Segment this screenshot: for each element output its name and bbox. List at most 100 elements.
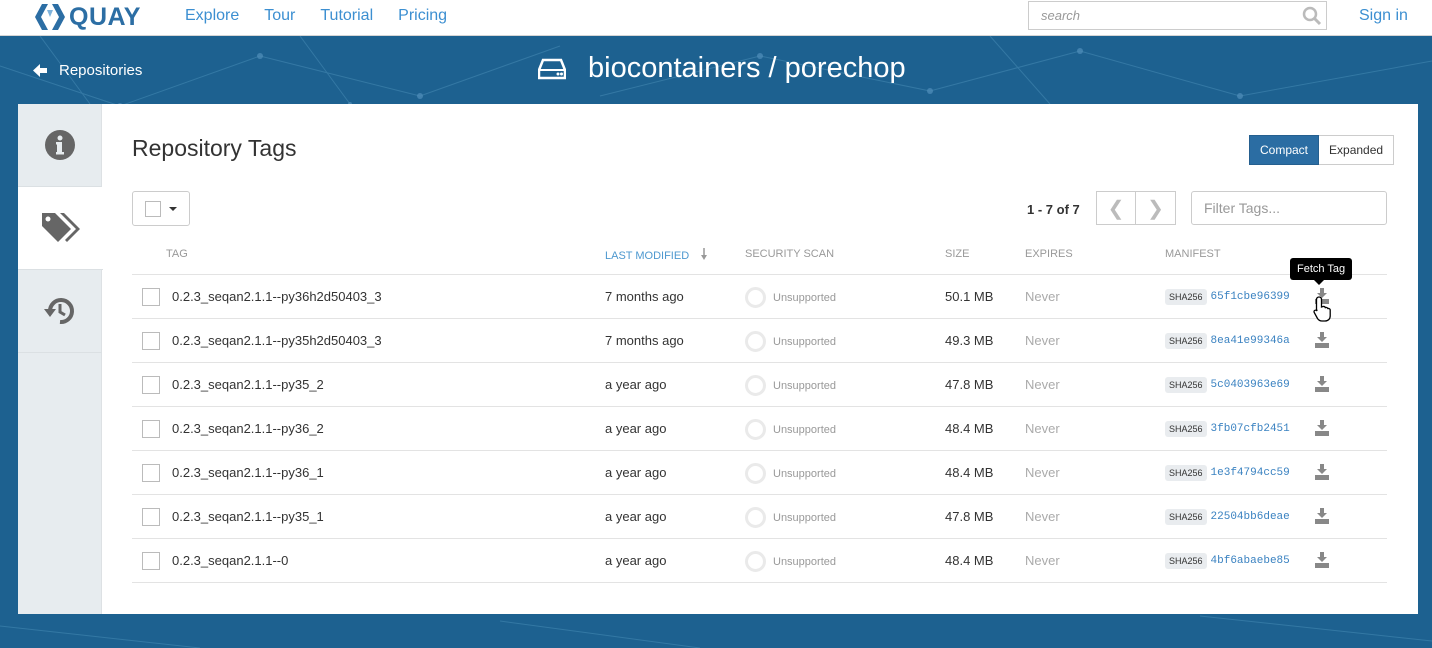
filter-tags-input[interactable]: [1192, 192, 1386, 224]
last-modified: a year ago: [605, 377, 667, 392]
previous-page-button[interactable]: ❮: [1096, 191, 1136, 225]
manifest-digest-link[interactable]: 1e3f4794cc59: [1211, 467, 1290, 479]
tag-expiration: Never: [1025, 553, 1060, 568]
sha256-badge: SHA256: [1165, 333, 1207, 349]
last-modified: 7 months ago: [605, 333, 684, 348]
search-icon[interactable]: [1302, 6, 1322, 26]
search-input[interactable]: [1029, 2, 1289, 29]
manifest-digest: SHA256 65f1cbe96399: [1165, 289, 1290, 305]
download-icon[interactable]: [1315, 332, 1329, 348]
nav-link-tutorial[interactable]: Tutorial: [320, 7, 373, 25]
scan-status-icon: [745, 287, 766, 308]
tag-expiration: Never: [1025, 289, 1060, 304]
repo-name: biocontainers / porechop: [588, 52, 906, 84]
tag-name[interactable]: 0.2.3_seqan2.1.1--0: [172, 553, 288, 568]
quay-logo[interactable]: QUAY: [34, 1, 141, 33]
select-all-checkbox[interactable]: [145, 200, 161, 217]
tag-name[interactable]: 0.2.3_seqan2.1.1--py36_2: [172, 421, 324, 436]
back-to-repositories-link[interactable]: Repositories: [33, 62, 142, 79]
top-navbar: QUAY Explore Tour Tutorial Pricing Sign …: [0, 0, 1432, 36]
table-row: 0.2.3_seqan2.1.1--py36_1 a year ago Unsu…: [132, 451, 1387, 495]
manifest-digest-link[interactable]: 5c0403963e69: [1211, 379, 1290, 391]
security-scan-status: Unsupported: [745, 551, 836, 572]
tab-information[interactable]: [18, 104, 102, 187]
nav-link-pricing[interactable]: Pricing: [398, 7, 447, 25]
scan-status-icon: [745, 551, 766, 572]
scan-status-label: Unsupported: [773, 555, 836, 568]
sort-down-arrow-icon: [701, 248, 708, 260]
nav-link-explore[interactable]: Explore: [185, 7, 239, 25]
manifest-digest-link[interactable]: 4bf6abaebe85: [1211, 555, 1290, 567]
tag-size: 50.1 MB: [945, 289, 994, 304]
scan-status-label: Unsupported: [773, 335, 836, 348]
tag-name[interactable]: 0.2.3_seqan2.1.1--py36_1: [172, 465, 324, 480]
column-header-last-modified-label: LAST MODIFIED: [605, 250, 690, 262]
search-box: [1028, 1, 1327, 30]
sha256-badge: SHA256: [1165, 465, 1207, 481]
tag-name[interactable]: 0.2.3_seqan2.1.1--py36h2d50403_3: [172, 289, 382, 304]
tag-expiration: Never: [1025, 333, 1060, 348]
column-header-manifest[interactable]: MANIFEST: [1165, 248, 1221, 260]
security-scan-status: Unsupported: [745, 331, 836, 352]
download-icon[interactable]: [1315, 508, 1329, 524]
download-icon[interactable]: [1315, 376, 1329, 392]
tag-name[interactable]: 0.2.3_seqan2.1.1--py35_1: [172, 509, 324, 524]
nav-links: Explore Tour Tutorial Pricing: [185, 7, 472, 25]
manifest-digest-link[interactable]: 65f1cbe96399: [1211, 291, 1290, 303]
manifest-digest-link[interactable]: 22504bb6deae: [1211, 511, 1290, 523]
tag-name[interactable]: 0.2.3_seqan2.1.1--py35h2d50403_3: [172, 333, 382, 348]
tag-name[interactable]: 0.2.3_seqan2.1.1--py35_2: [172, 377, 324, 392]
tags-table-header: TAG LAST MODIFIED SECURITY SCAN SIZE EXP…: [132, 248, 1387, 275]
security-scan-status: Unsupported: [745, 507, 836, 528]
repository-panel: Repository Tags Compact Expanded 1 - 7 o…: [18, 104, 1418, 614]
manifest-digest-link[interactable]: 8ea41e99346a: [1211, 335, 1290, 347]
tags-table-body: 0.2.3_seqan2.1.1--py36h2d50403_3 7 month…: [132, 275, 1387, 583]
last-modified: a year ago: [605, 553, 667, 568]
row-checkbox[interactable]: [142, 508, 160, 526]
column-header-expires[interactable]: EXPIRES: [1025, 248, 1073, 260]
scan-status-label: Unsupported: [773, 379, 836, 392]
security-scan-status: Unsupported: [745, 375, 836, 396]
row-checkbox[interactable]: [142, 376, 160, 394]
download-icon[interactable]: [1315, 552, 1329, 568]
scan-status-label: Unsupported: [773, 467, 836, 480]
download-icon[interactable]: [1315, 464, 1329, 480]
sign-in-link[interactable]: Sign in: [1359, 7, 1408, 25]
last-modified: 7 months ago: [605, 289, 684, 304]
back-link-label: Repositories: [59, 62, 143, 79]
security-scan-status: Unsupported: [745, 287, 836, 308]
scan-status-label: Unsupported: [773, 291, 836, 304]
scan-status-label: Unsupported: [773, 423, 836, 436]
row-checkbox[interactable]: [142, 420, 160, 438]
row-checkbox[interactable]: [142, 552, 160, 570]
download-icon[interactable]: [1315, 420, 1329, 436]
manifest-digest: SHA256 22504bb6deae: [1165, 509, 1290, 525]
tag-size: 48.4 MB: [945, 465, 994, 480]
tab-history[interactable]: [18, 270, 102, 353]
row-checkbox[interactable]: [142, 464, 160, 482]
tag-size: 48.4 MB: [945, 553, 994, 568]
tag-size: 47.8 MB: [945, 509, 994, 524]
hand-pointer-cursor-icon: [1313, 296, 1331, 322]
tab-tags[interactable]: [18, 187, 103, 270]
manifest-digest: SHA256 5c0403963e69: [1165, 377, 1290, 393]
column-header-security-scan[interactable]: SECURITY SCAN: [745, 248, 834, 260]
column-header-size[interactable]: SIZE: [945, 248, 969, 260]
brand-name: QUAY: [69, 2, 141, 31]
row-checkbox[interactable]: [142, 288, 160, 306]
column-header-tag[interactable]: TAG: [166, 248, 188, 260]
manifest-digest-link[interactable]: 3fb07cfb2451: [1211, 423, 1290, 435]
table-row: 0.2.3_seqan2.1.1--py35h2d50403_3 7 month…: [132, 319, 1387, 363]
last-modified: a year ago: [605, 421, 667, 436]
table-row: 0.2.3_seqan2.1.1--py35_1 a year ago Unsu…: [132, 495, 1387, 539]
info-circle-icon: [45, 130, 75, 160]
select-all-dropdown[interactable]: [132, 191, 190, 226]
next-page-button[interactable]: ❯: [1136, 191, 1176, 225]
sha256-badge: SHA256: [1165, 509, 1207, 525]
column-header-last-modified[interactable]: LAST MODIFIED: [605, 248, 708, 262]
nav-link-tour[interactable]: Tour: [264, 7, 295, 25]
compact-view-button[interactable]: Compact: [1249, 135, 1320, 165]
expanded-view-button[interactable]: Expanded: [1319, 135, 1395, 165]
security-scan-status: Unsupported: [745, 419, 836, 440]
row-checkbox[interactable]: [142, 332, 160, 350]
